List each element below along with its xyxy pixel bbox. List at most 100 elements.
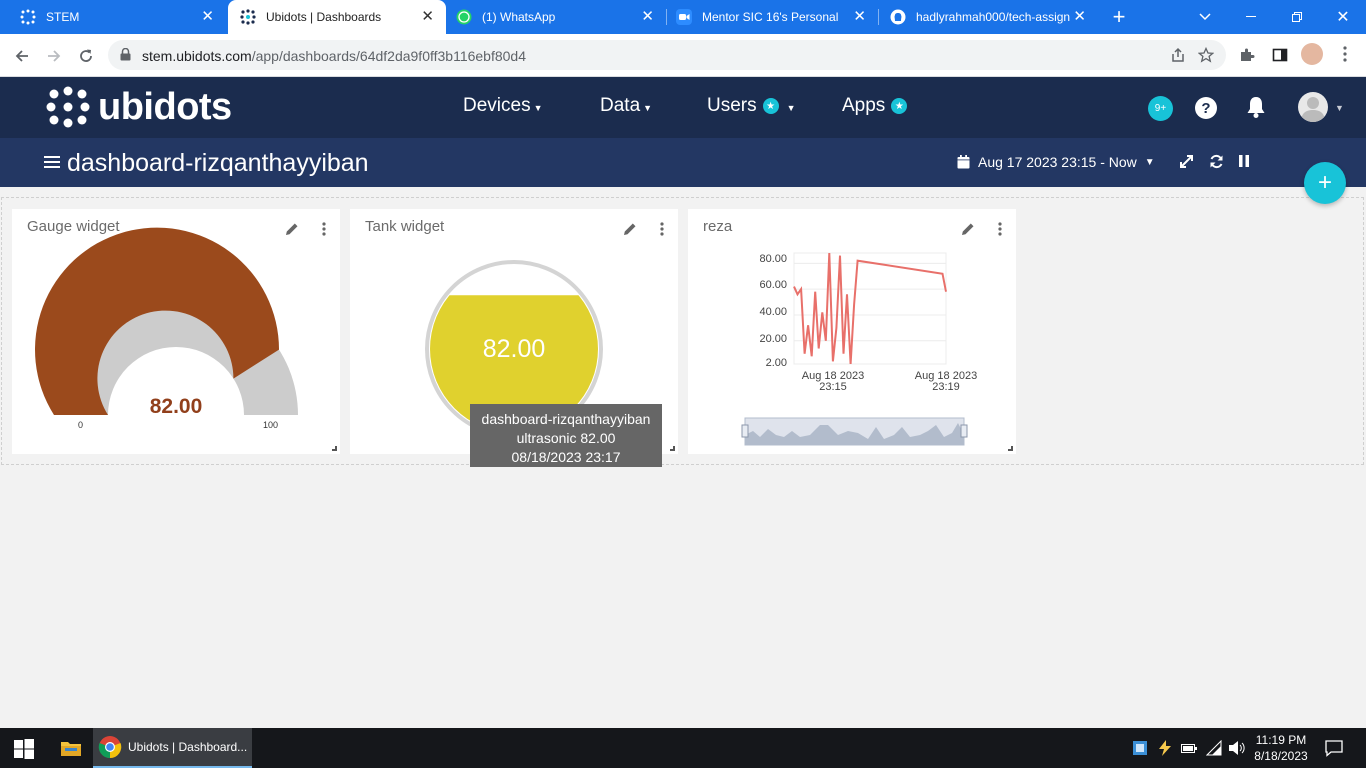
close-icon[interactable]: ✕ <box>1073 9 1086 25</box>
bookmark-star-icon[interactable] <box>1197 46 1215 68</box>
tab-label: Mentor SIC 16's Personal Me <box>702 10 842 24</box>
tab-whatsapp[interactable]: (1) WhatsApp ✕ <box>448 0 667 34</box>
browser-toolbar: stem.ubidots.com/app/dashboards/64df2da9… <box>0 34 1366 77</box>
zoom-icon <box>676 9 692 25</box>
network-app-icon[interactable] <box>1132 740 1148 761</box>
date-range-text: Aug 17 2023 23:15 - Now <box>978 154 1137 170</box>
ubidots-logo[interactable]: ubidots <box>46 85 232 129</box>
close-icon[interactable]: ✕ <box>853 9 866 25</box>
y-tick-label: 20.00 <box>759 333 787 345</box>
profile-avatar[interactable] <box>1301 43 1323 65</box>
taskbar-chrome-app[interactable]: Ubidots | Dashboard... <box>93 728 252 768</box>
resize-handle[interactable] <box>670 446 675 451</box>
tab-label: hadlyrahmah000/tech-assign <box>916 10 1071 24</box>
bell-icon[interactable] <box>1245 95 1267 124</box>
range-handle-left[interactable] <box>741 424 749 438</box>
volume-icon[interactable] <box>1228 740 1246 761</box>
tab-separator <box>666 9 667 25</box>
tab-label: (1) WhatsApp <box>482 10 556 24</box>
x-tick-time: 23:15 <box>819 381 847 393</box>
range-handle-right[interactable] <box>960 424 968 438</box>
forward-icon[interactable] <box>42 44 66 68</box>
file-explorer-icon[interactable] <box>60 738 82 763</box>
line-chart-plot <box>741 252 968 446</box>
line-chart-widget[interactable]: reza 80.00 60.00 40.00 20.00 2.00 Aug 18… <box>688 209 1016 454</box>
chrome-menu-icon[interactable] <box>1343 46 1347 67</box>
star-badge-icon: ★ <box>891 98 908 114</box>
add-widget-button[interactable]: + <box>1304 162 1346 204</box>
resize-handle[interactable] <box>1008 446 1013 451</box>
new-tab-button[interactable]: + <box>1096 0 1142 34</box>
menu-users[interactable]: Users ★ ▼ <box>707 95 796 117</box>
dashboard-bar: dashboard-rizqanthayyiban Aug 17 2023 23… <box>0 138 1366 187</box>
caret-down-icon[interactable]: ▼ <box>1335 103 1344 113</box>
tab-stem[interactable]: STEM ✕ <box>8 0 226 34</box>
notifications-count-badge[interactable]: 9+ <box>1148 96 1173 121</box>
resize-handle[interactable] <box>332 446 337 451</box>
address-bar[interactable]: stem.ubidots.com/app/dashboards/64df2da9… <box>108 40 1226 70</box>
menu-apps[interactable]: Apps ★ <box>842 95 908 117</box>
tooltip-dashboard: dashboard-rizqanthayyiban <box>481 411 651 427</box>
tab-ubidots[interactable]: Ubidots | Dashboards ✕ <box>228 0 446 34</box>
power-plan-icon[interactable] <box>1157 740 1173 761</box>
close-icon[interactable]: ✕ <box>641 9 654 25</box>
gauge-widget[interactable]: Gauge widget 82.00 0 100 <box>12 209 340 454</box>
caret-down-icon: ▼ <box>643 103 653 113</box>
pause-icon[interactable] <box>1239 154 1249 173</box>
hamburger-menu-icon[interactable] <box>44 155 60 174</box>
windows-taskbar: Ubidots | Dashboard... 11:19 PM 8/18/202… <box>0 728 1366 768</box>
close-window-button[interactable]: ✕ <box>1320 0 1366 34</box>
app-header: ubidots Devices ▼ Data ▼ Users ★ ▼ Apps … <box>0 77 1366 138</box>
tab-zoom[interactable]: Mentor SIC 16's Personal Me ✕ <box>668 0 879 34</box>
url-path: /app/dashboards/64df2da9f0ff3b116ebf80d4 <box>251 48 527 64</box>
side-panel-icon[interactable] <box>1272 47 1288 68</box>
windows-start-icon[interactable] <box>14 739 34 764</box>
user-avatar[interactable] <box>1298 92 1328 122</box>
notification-center-icon[interactable] <box>1325 739 1343 762</box>
github-icon <box>890 9 906 25</box>
tooltip-timestamp: 08/18/2023 23:17 <box>511 449 621 465</box>
help-icon[interactable]: ? <box>1195 97 1217 119</box>
tab-separator <box>878 9 879 25</box>
stem-dots-icon <box>20 9 36 25</box>
x-tick-label: Aug 18 2023 23:19 <box>906 371 986 393</box>
chrome-icon <box>98 736 122 759</box>
pencil-icon[interactable] <box>622 221 638 242</box>
refresh-icon[interactable] <box>1209 154 1224 174</box>
browser-tab-strip: STEM ✕ Ubidots | Dashboards ✕ (1) WhatsA… <box>0 0 1366 34</box>
widget-title: Gauge widget <box>27 218 120 235</box>
more-vertical-icon[interactable] <box>322 221 326 242</box>
y-tick-label: 40.00 <box>759 306 787 318</box>
system-clock[interactable]: 11:19 PM 8/18/2023 <box>1250 732 1312 764</box>
url-host: stem.ubidots.com <box>142 48 252 64</box>
taskbar-app-label: Ubidots | Dashboard... <box>128 740 248 754</box>
tooltip-variable-value: ultrasonic 82.00 <box>516 430 616 446</box>
minimize-button[interactable] <box>1228 0 1274 34</box>
logo-text: ubidots <box>98 85 232 128</box>
menu-data[interactable]: Data ▼ <box>600 95 652 117</box>
close-icon[interactable]: ✕ <box>201 9 214 25</box>
tab-github[interactable]: hadlyrahmah000/tech-assign ✕ <box>880 0 1098 34</box>
caret-down-icon: ▼ <box>786 103 796 113</box>
lock-icon <box>120 47 131 66</box>
whatsapp-icon <box>456 9 472 25</box>
close-icon[interactable]: ✕ <box>421 9 434 25</box>
caret-down-icon: ▼ <box>533 103 543 113</box>
gauge-fill <box>35 227 280 415</box>
menu-label: Users <box>707 95 757 116</box>
pencil-icon[interactable] <box>284 221 300 242</box>
share-icon[interactable] <box>1170 47 1186 68</box>
fullscreen-icon[interactable] <box>1179 154 1194 174</box>
dashboard-title[interactable]: dashboard-rizqanthayyiban <box>67 149 369 178</box>
restore-button[interactable] <box>1274 0 1320 34</box>
reload-icon[interactable] <box>74 44 98 68</box>
back-icon[interactable] <box>10 44 34 68</box>
more-vertical-icon[interactable] <box>660 221 664 242</box>
battery-icon[interactable] <box>1181 741 1197 759</box>
menu-devices[interactable]: Devices ▼ <box>463 95 543 117</box>
tab-search-icon[interactable] <box>1182 0 1228 34</box>
extensions-icon[interactable] <box>1239 47 1255 68</box>
star-badge-icon: ★ <box>762 98 779 114</box>
date-range-picker[interactable]: Aug 17 2023 23:15 - Now ▼ <box>957 154 1155 170</box>
wifi-icon[interactable] <box>1205 739 1222 761</box>
